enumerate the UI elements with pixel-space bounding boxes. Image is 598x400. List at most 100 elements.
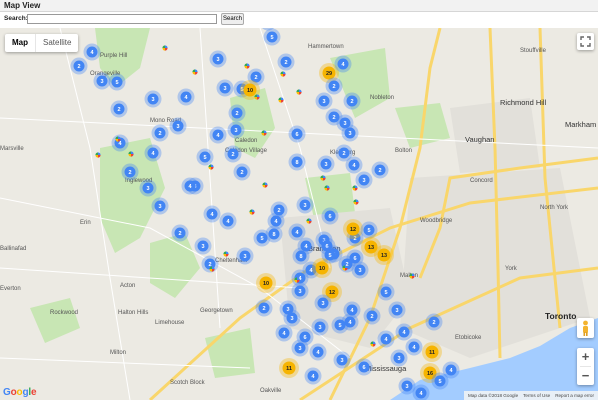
cluster-marker[interactable]: 3 [291, 339, 309, 357]
cluster-marker[interactable]: 4 [209, 126, 227, 144]
cluster-marker[interactable]: 2 [325, 77, 343, 95]
fullscreen-button[interactable] [577, 33, 594, 50]
map-type-map-button[interactable]: Map [5, 34, 35, 52]
cluster-marker[interactable]: 4 [291, 269, 309, 287]
poi-marker-icon[interactable] [254, 94, 260, 100]
cluster-marker[interactable]: 2 [224, 145, 242, 163]
cluster-marker[interactable]: 2 [121, 163, 139, 181]
poi-marker-icon[interactable] [128, 151, 134, 157]
cluster-marker[interactable]: 8 [265, 225, 283, 243]
cluster-marker[interactable]: 5 [331, 316, 349, 334]
cluster-marker[interactable]: 3 [341, 124, 359, 142]
cluster-marker[interactable]: 4 [203, 205, 221, 223]
cluster-marker[interactable]: 5 [108, 73, 126, 91]
cluster-marker[interactable]: 4 [334, 55, 352, 73]
cluster-marker[interactable]: 4 [309, 343, 327, 361]
poi-marker-icon[interactable] [409, 273, 415, 279]
cluster-marker[interactable]: 3 [283, 309, 301, 327]
cluster-marker[interactable]: 3 [388, 301, 406, 319]
cluster-marker[interactable]: 2 [255, 299, 273, 317]
poi-marker-icon[interactable] [294, 277, 300, 283]
poi-marker-icon[interactable] [352, 185, 358, 191]
poi-marker-icon[interactable] [95, 152, 101, 158]
cluster-marker[interactable]: 4 [288, 223, 306, 241]
cluster-marker[interactable]: 4 [395, 323, 413, 341]
cluster-marker[interactable]: 6 [321, 207, 339, 225]
poi-marker-icon[interactable] [115, 136, 121, 142]
search-button[interactable]: Search [221, 13, 244, 25]
cluster-marker[interactable]: 3 [144, 90, 162, 108]
poi-marker-icon[interactable] [223, 251, 229, 257]
poi-marker-icon[interactable] [296, 89, 302, 95]
cluster-marker[interactable]: 4 [304, 367, 322, 385]
cluster-marker[interactable]: 3 [296, 196, 314, 214]
poi-marker-icon[interactable] [278, 97, 284, 103]
cluster-marker[interactable]: 4 [275, 324, 293, 342]
cluster-marker[interactable]: 2 [371, 161, 389, 179]
cluster-marker[interactable]: 3 [390, 349, 408, 367]
street-view-pegman-button[interactable] [577, 318, 594, 338]
poi-marker-icon[interactable] [244, 63, 250, 69]
poi-marker-icon[interactable] [209, 266, 215, 272]
cluster-marker[interactable]: 3 [169, 117, 187, 135]
poi-marker-icon[interactable] [208, 164, 214, 170]
cluster-marker[interactable]: 3 [236, 247, 254, 265]
cluster-marker[interactable]: 5 [321, 246, 339, 264]
cluster-marker[interactable]: 5 [196, 148, 214, 166]
map-canvas[interactable]: Purple Hill Orangeville Mono Road Hammertow… [0, 28, 598, 400]
zoom-in-button[interactable]: + [577, 348, 594, 366]
cluster-marker[interactable]: 2 [343, 92, 361, 110]
cluster-marker[interactable]: 2 [270, 201, 288, 219]
cluster-marker[interactable]: 5 [360, 221, 378, 239]
cluster-marker[interactable]: 3 [227, 121, 245, 139]
poi-marker-icon[interactable] [262, 182, 268, 188]
cluster-marker[interactable]: 2 [325, 108, 343, 126]
cluster-marker[interactable]: 4 [377, 330, 395, 348]
poi-marker-icon[interactable] [249, 209, 255, 215]
cluster-marker[interactable]: 2 [151, 124, 169, 142]
poi-marker-icon[interactable] [342, 265, 348, 271]
cluster-marker[interactable]: 6 [355, 358, 373, 376]
cluster-marker[interactable]: 5 [431, 372, 449, 390]
cluster-marker[interactable]: 2 [70, 57, 88, 75]
cluster-marker[interactable]: 8 [288, 153, 306, 171]
poi-marker-icon[interactable] [353, 199, 359, 205]
cluster-marker[interactable]: 2 [277, 53, 295, 71]
cluster-marker[interactable]: 3 [151, 197, 169, 215]
cluster-marker[interactable]: 5 [377, 283, 395, 301]
poi-marker-icon[interactable] [370, 341, 376, 347]
cluster-marker[interactable]: 4 [111, 134, 129, 152]
cluster-marker[interactable]: 2 [228, 104, 246, 122]
cluster-marker[interactable]: 4 [219, 212, 237, 230]
poi-marker-icon[interactable] [192, 69, 198, 75]
cluster-marker[interactable]: 2 [233, 163, 251, 181]
cluster-marker[interactable]: 4 [144, 144, 162, 162]
cluster-marker[interactable]: 2 [171, 224, 189, 242]
terms-link[interactable]: Terms of Use [523, 391, 550, 400]
cluster-marker[interactable]: 3 [317, 155, 335, 173]
zoom-out-button[interactable]: − [577, 367, 594, 385]
cluster-marker[interactable]: 8 [292, 247, 310, 265]
cluster-marker[interactable]: 3 [351, 261, 369, 279]
cluster-marker[interactable]: 3 [311, 318, 329, 336]
poi-marker-icon[interactable] [280, 71, 286, 77]
cluster-marker[interactable]: 4 [181, 177, 199, 195]
cluster-marker[interactable]: 3 [314, 294, 332, 312]
cluster-marker[interactable]: 3 [93, 72, 111, 90]
poi-marker-icon[interactable] [320, 175, 326, 181]
cluster-marker[interactable]: 3 [216, 79, 234, 97]
cluster-marker[interactable]: 6 [288, 125, 306, 143]
cluster-marker[interactable]: 3 [209, 50, 227, 68]
poi-marker-icon[interactable] [324, 185, 330, 191]
cluster-marker[interactable]: 2 [425, 313, 443, 331]
cluster-marker[interactable]: 2 [363, 307, 381, 325]
cluster-marker[interactable]: 3 [139, 179, 157, 197]
poi-marker-icon[interactable] [306, 218, 312, 224]
cluster-marker[interactable]: 3 [355, 171, 373, 189]
cluster-marker[interactable]: 4 [405, 338, 423, 356]
search-input[interactable] [27, 14, 217, 24]
poi-marker-icon[interactable] [261, 130, 267, 136]
report-error-link[interactable]: Report a map error [555, 391, 594, 400]
cluster-marker[interactable]: 4 [83, 43, 101, 61]
cluster-marker[interactable]: 3 [194, 237, 212, 255]
